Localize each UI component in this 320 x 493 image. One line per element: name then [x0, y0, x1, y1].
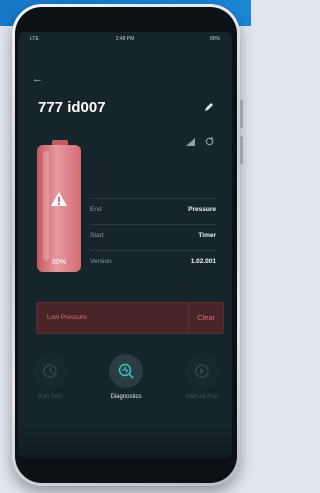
info-key: Version	[90, 258, 112, 265]
device-title: 777 id007	[38, 99, 106, 116]
info-value: Timer	[198, 232, 216, 239]
diagnostics-button[interactable]: Diagnostics	[96, 354, 156, 400]
diagnostics-icon	[109, 354, 143, 388]
info-value: 1.02.001	[190, 258, 216, 265]
warning-icon	[51, 192, 67, 206]
bottom-area	[18, 427, 232, 458]
diagnostics-label: Diagnostics	[110, 394, 142, 400]
alert-divider	[188, 303, 189, 333]
battery-gauge: 80%	[37, 145, 81, 272]
status-bar: LTE 2:48 PM 80%	[18, 36, 232, 48]
power-button	[240, 136, 243, 164]
pencil-icon[interactable]	[204, 102, 214, 115]
run-test-icon	[33, 354, 67, 388]
device-status-icons	[186, 133, 214, 151]
clear-alert-button[interactable]: Clear	[197, 313, 215, 322]
back-arrow-icon[interactable]: ←	[32, 74, 43, 85]
battery-shine	[43, 151, 49, 261]
info-value: Pressure	[188, 206, 216, 213]
manual-run-label: Manual Run	[185, 394, 219, 400]
signal-icon	[186, 133, 195, 151]
volume-button	[240, 100, 243, 128]
manual-run-icon	[185, 354, 219, 388]
alert-message: Low Pressure	[47, 314, 87, 321]
info-row-start: Start Timer	[90, 224, 216, 245]
info-row-version: Version 1.02.001	[90, 250, 216, 271]
low-pressure-alert: Low Pressure Clear	[36, 302, 224, 334]
info-key: End	[90, 206, 102, 213]
status-time: 2:48 PM	[115, 36, 135, 42]
battery-percent: 80%	[51, 259, 66, 266]
info-key: Start	[90, 232, 104, 239]
run-test-label: Run Test	[38, 394, 62, 400]
info-row-end: End Pressure	[90, 198, 216, 219]
run-test-button[interactable]: Run Test	[20, 354, 80, 400]
status-battery: 80%	[209, 36, 220, 42]
app-screen: LTE 2:48 PM 80% ← 777 id007 80% End Pres…	[18, 32, 232, 458]
sync-icon[interactable]	[205, 133, 214, 151]
manual-run-button[interactable]: Manual Run	[172, 354, 232, 400]
